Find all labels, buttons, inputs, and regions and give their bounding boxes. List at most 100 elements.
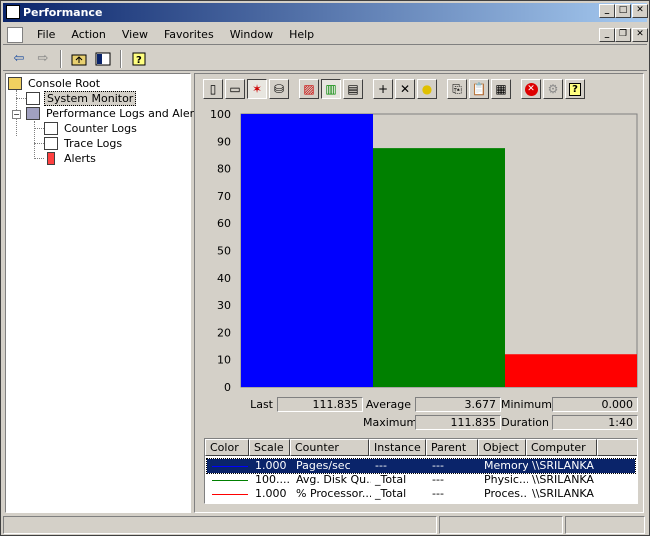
column-header-color[interactable]: Color — [205, 439, 249, 456]
update-data-icon[interactable]: ⚙ — [543, 79, 563, 99]
legend-cell-parent: --- — [432, 473, 444, 486]
legend-cell-counter: Avg. Disk Qu... — [296, 473, 371, 486]
monitor-help-icon[interactable]: ? — [565, 79, 585, 99]
child-restore-button[interactable]: ❐ — [615, 28, 631, 42]
view-graph-icon[interactable]: ▨ — [299, 79, 319, 99]
forward-arrow-icon[interactable]: ⇨ — [33, 50, 53, 68]
paste-counter-list-icon[interactable]: 📋 — [469, 79, 489, 99]
help-icon[interactable]: ? — [129, 50, 149, 68]
legend-row[interactable]: 1.000 % Processor... _Total --- Proces... \\S… — [207, 487, 635, 501]
tree-item-alerts[interactable]: Alerts — [44, 151, 98, 166]
main-toolbar: ⇦ ⇨ ? — [3, 47, 647, 71]
tree-item-trace-logs[interactable]: Trace Logs — [44, 136, 124, 151]
properties-icon[interactable]: ▦ — [491, 79, 511, 99]
menu-bar: File Action View Favorites Window Help — [3, 25, 647, 45]
performance-app-icon[interactable] — [6, 5, 20, 19]
legend-color-swatch — [207, 459, 251, 473]
title-bar[interactable]: Performance — [3, 3, 647, 22]
copy-properties-icon[interactable]: ⎘ — [447, 79, 467, 99]
maximum-label: Maximum — [363, 416, 418, 429]
tree-item-system-monitor[interactable]: System Monitor — [26, 91, 137, 106]
freeze-display-icon[interactable]: ✕ — [521, 79, 541, 99]
toolbar-separator — [120, 49, 122, 68]
legend-cell-parent: --- — [432, 459, 444, 472]
legend-cell-object: Physic... — [484, 473, 528, 486]
minimize-button[interactable]: _ — [599, 4, 615, 18]
column-header-instance[interactable]: Instance — [369, 439, 426, 456]
y-tick-label: 20 — [217, 326, 231, 339]
status-panel-tertiary — [565, 516, 645, 534]
menu-view[interactable]: View — [114, 28, 156, 41]
maximum-value: 111.835 — [415, 415, 501, 430]
y-tick-label: 80 — [217, 163, 231, 176]
legend-color-swatch — [207, 473, 251, 487]
histogram-chart: 1009080706050403020100 — [210, 108, 638, 394]
y-tick-label: 50 — [217, 245, 231, 258]
expand-collapse-toggle[interactable]: − — [12, 110, 21, 119]
duration-value: 1:40 — [552, 415, 638, 430]
status-panel-secondary — [439, 516, 563, 534]
menu-favorites[interactable]: Favorites — [156, 28, 222, 41]
clear-display-icon[interactable]: ▭ — [225, 79, 245, 99]
last-label: Last — [250, 398, 273, 411]
y-tick-label: 10 — [217, 354, 231, 367]
close-button[interactable]: ✕ — [632, 4, 648, 18]
legend-cell-scale: 1.000 — [255, 459, 287, 472]
legend-cell-instance: _Total — [375, 473, 407, 486]
view-current-activity-icon[interactable]: ✶ — [247, 79, 267, 99]
trace-logs-icon — [44, 137, 58, 150]
view-report-icon[interactable]: ▤ — [343, 79, 363, 99]
child-minimize-button[interactable]: _ — [599, 28, 615, 42]
legend-cell-scale: 100.... — [255, 473, 290, 486]
legend-row[interactable]: 100.... Avg. Disk Qu... _Total --- Physic...… — [207, 473, 635, 487]
column-header-object[interactable]: Object — [478, 439, 526, 456]
column-header-computer[interactable]: Computer — [526, 439, 597, 456]
tree-item-counter-logs[interactable]: Counter Logs — [44, 121, 139, 136]
status-panel-main — [3, 516, 437, 534]
column-header-spacer — [597, 439, 637, 456]
menu-window[interactable]: Window — [222, 28, 281, 41]
back-arrow-icon[interactable]: ⇦ — [9, 50, 29, 68]
folder-icon — [8, 77, 22, 90]
legend-row[interactable]: 1.000 Pages/sec --- --- Memory \\SRILANKA — [206, 458, 636, 474]
counter-logs-icon — [44, 122, 58, 135]
menu-file[interactable]: File — [29, 28, 63, 41]
delete-counter-icon[interactable]: ✕ — [395, 79, 415, 99]
view-histogram-icon[interactable]: ▥ — [321, 79, 341, 99]
legend-color-swatch — [207, 487, 251, 501]
minimum-value: 0.000 — [552, 397, 638, 412]
last-value: 111.835 — [277, 397, 363, 412]
average-value: 3.677 — [415, 397, 501, 412]
alert-exclamation-icon — [47, 152, 55, 165]
svg-text:?: ? — [136, 55, 142, 66]
histogram-bar — [373, 148, 505, 387]
column-header-counter[interactable]: Counter — [290, 439, 369, 456]
legend-cell-computer: \\SRILANKA — [532, 487, 594, 500]
up-folder-icon[interactable] — [69, 50, 89, 68]
tree-item-console-root[interactable]: Console Root — [8, 76, 102, 91]
column-header-parent[interactable]: Parent — [426, 439, 478, 456]
counter-legend: Color Scale Counter Instance Parent Obje… — [204, 438, 638, 504]
legend-cell-counter: % Processor... — [296, 487, 371, 500]
menu-help[interactable]: Help — [281, 28, 322, 41]
maximize-button[interactable]: □ — [615, 4, 631, 18]
console-document-icon[interactable] — [7, 26, 23, 43]
view-log-data-icon[interactable]: ⛁ — [269, 79, 289, 99]
duration-label: Duration — [501, 416, 549, 429]
y-axis: 1009080706050403020100 — [210, 108, 231, 394]
legend-header: Color Scale Counter Instance Parent Obje… — [205, 439, 637, 456]
y-tick-label: 60 — [217, 217, 231, 230]
legend-cell-computer: \\SRILANKA — [532, 473, 594, 486]
legend-cell-instance: --- — [375, 459, 387, 472]
histogram-bar — [505, 354, 637, 387]
new-counter-set-icon[interactable]: ▯ — [203, 79, 223, 99]
child-close-button[interactable]: ✕ — [632, 28, 648, 42]
system-monitor-icon — [26, 92, 40, 105]
highlight-lightbulb-icon[interactable]: ● — [417, 79, 437, 99]
menu-action[interactable]: Action — [63, 28, 113, 41]
column-header-scale[interactable]: Scale — [249, 439, 290, 456]
tree-item-performance-logs[interactable]: Performance Logs and Alerts — [26, 106, 206, 121]
add-counter-icon[interactable]: + — [373, 79, 393, 99]
show-hide-tree-icon[interactable] — [93, 50, 113, 68]
histogram-bar — [241, 114, 373, 387]
